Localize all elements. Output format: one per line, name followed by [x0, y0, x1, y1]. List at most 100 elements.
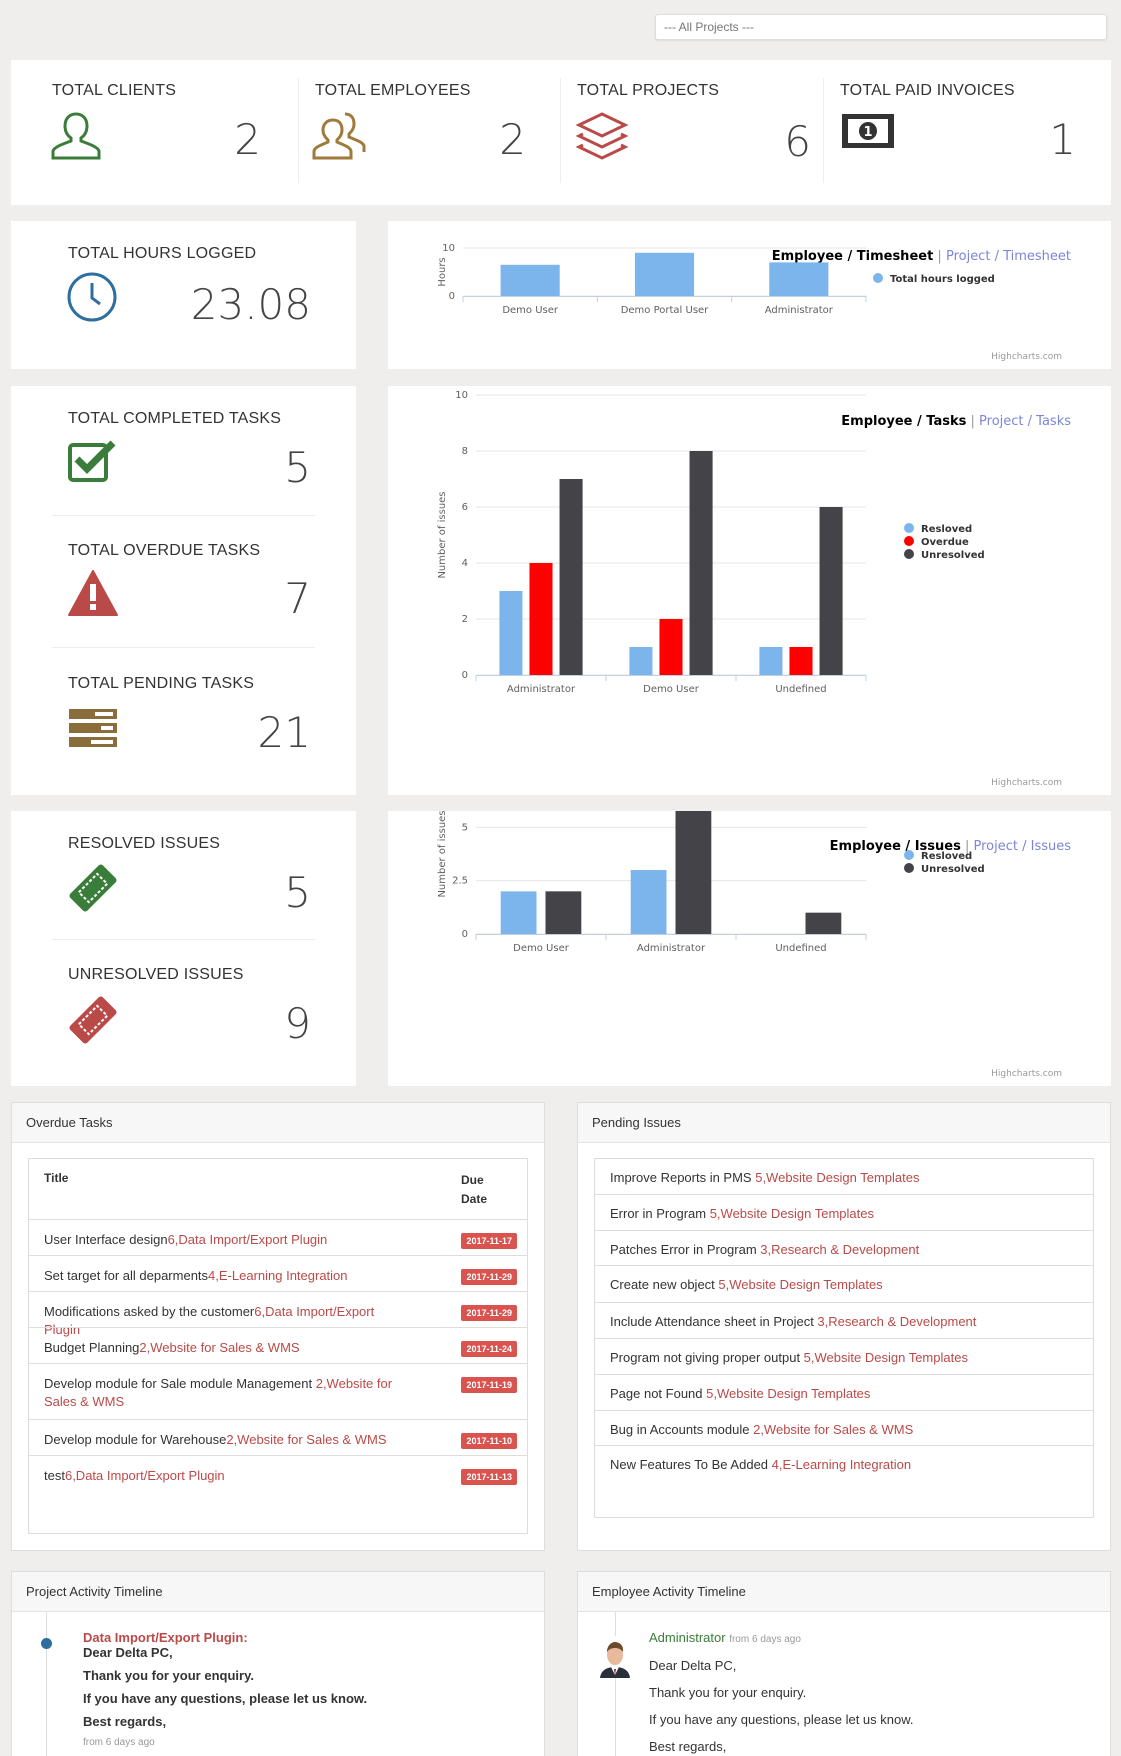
legend-marker — [904, 863, 914, 873]
task-project-link[interactable]: 2,Website for Sales & WMS — [139, 1340, 299, 1355]
y-tick-label: 2.5 — [452, 876, 468, 887]
issue-project-link[interactable]: 2,Website for Sales & WMS — [753, 1422, 913, 1437]
timeline-entry: Data Import/Export Plugin: Dear Delta PC… — [83, 1630, 367, 1749]
bar-unresolved — [805, 912, 842, 934]
col-due: Due Date — [461, 1173, 488, 1206]
overdue-tasks-box: Overdue Tasks Title Due Date User Interf… — [11, 1102, 545, 1551]
issue-name: Include Attendance sheet in Project — [610, 1314, 818, 1329]
table-row: Budget Planning2,Website for Sales & WMS… — [29, 1327, 527, 1363]
x-tick-label: Undefined — [775, 943, 826, 954]
issue-project-link[interactable]: 5,Website Design Templates — [710, 1206, 874, 1221]
stat-label: TOTAL COMPLETED TASKS — [68, 410, 282, 427]
timeline-line-2: Thank you for your enquiry. — [649, 1685, 807, 1700]
summary-panel: TOTAL CLIENTS 2 TOTAL EMPLOYEES 2 TOTAL … — [11, 60, 1111, 205]
list-item[interactable]: Bug in Accounts module 2,Website for Sal… — [595, 1410, 1093, 1445]
x-tick-label: Demo Portal User — [621, 305, 709, 316]
timeline-time: from 6 days ago — [83, 1737, 155, 1748]
clock-icon — [67, 272, 117, 322]
task-name: Develop module for Warehouse — [44, 1432, 227, 1447]
pending-issues-box: Pending Issues Improve Reports in PMS 5,… — [577, 1102, 1111, 1551]
y-axis-label: Number of issues — [437, 811, 448, 898]
ticket-icon — [69, 996, 117, 1044]
x-tick-label: Administrator — [765, 305, 834, 316]
issue-name: Page not Found — [610, 1386, 707, 1401]
x-tick-label: Demo User — [502, 305, 559, 316]
list-item[interactable]: New Features To Be Added 4,E-Learning In… — [595, 1445, 1093, 1483]
bar-resloved — [500, 891, 537, 934]
svg-text:1: 1 — [863, 125, 872, 140]
bar-resloved — [759, 647, 783, 675]
timeline-project-link[interactable]: Data Import/Export Plugin: — [83, 1630, 367, 1645]
legend-marker — [904, 850, 914, 860]
table-row: Modifications asked by the customer6,Dat… — [29, 1291, 527, 1337]
project-select[interactable]: --- All Projects --- — [655, 14, 1107, 40]
table-row: Develop module for Sale module Managemen… — [29, 1363, 527, 1419]
bar-total-hours-logged — [634, 252, 695, 296]
issue-name: New Features To Be Added — [610, 1457, 772, 1472]
issue-name: Program not giving proper output — [610, 1350, 804, 1365]
x-tick-label: Administrator — [507, 684, 576, 695]
issue-name: Create new object — [610, 1277, 719, 1292]
issue-project-link[interactable]: 3,Research & Development — [817, 1314, 976, 1329]
bar-overdue — [789, 647, 813, 675]
issue-name: Improve Reports in PMS — [610, 1170, 756, 1185]
x-tick-label: Administrator — [637, 943, 706, 954]
hours-panel: TOTAL HOURS LOGGED 23.08 — [11, 221, 356, 369]
timeline-line-3: If you have any questions, please let us… — [649, 1712, 914, 1727]
x-tick-label: Undefined — [775, 684, 826, 695]
y-tick-label: 0 — [462, 929, 468, 940]
issue-project-link[interactable]: 4,E-Learning Integration — [772, 1457, 911, 1472]
legend-marker — [904, 523, 914, 533]
stat-value: 6 — [784, 117, 811, 166]
issue-project-link[interactable]: 5,Website Design Templates — [706, 1386, 870, 1401]
y-tick-label: 0 — [449, 291, 455, 302]
task-title: Set target for all deparments4,E-Learnin… — [44, 1267, 404, 1285]
issues-chart: 02.557.5Number of issuesDemo UserAdminis… — [437, 811, 985, 954]
issue-project-link[interactable]: 5,Website Design Templates — [718, 1277, 882, 1292]
stat-label: TOTAL HOURS LOGGED — [68, 245, 257, 262]
task-project-link[interactable]: 2,Website for Sales & WMS — [226, 1432, 386, 1447]
issue-project-link[interactable]: 5,Website Design Templates — [755, 1170, 919, 1185]
task-project-link[interactable]: 4,E-Learning Integration — [208, 1268, 347, 1283]
table-header: Title Due Date — [29, 1159, 527, 1219]
y-tick-label: 5 — [462, 822, 468, 833]
legend-item: Total hours logged — [890, 274, 995, 285]
list-item[interactable]: Include Attendance sheet in Project 3,Re… — [595, 1302, 1093, 1338]
task-name: User Interface design — [44, 1232, 168, 1247]
task-name: Budget Planning — [44, 1340, 140, 1355]
issue-name: Error in Program — [610, 1206, 710, 1221]
issue-project-link[interactable]: 3,Research & Development — [760, 1242, 919, 1257]
timeline-line — [46, 1612, 47, 1756]
ticket-icon — [69, 864, 117, 912]
stat-value: 23.08 — [190, 280, 311, 329]
legend-item: Resloved — [921, 524, 972, 535]
task-title: Budget Planning2,Website for Sales & WMS — [44, 1339, 404, 1357]
bar-unresolved — [675, 811, 712, 934]
list-item[interactable]: Patches Error in Program 3,Research & De… — [595, 1230, 1093, 1265]
list-item[interactable]: Error in Program 5,Website Design Templa… — [595, 1194, 1093, 1230]
bar-overdue — [529, 563, 553, 675]
bar-resloved — [629, 647, 653, 675]
stat-value: 7 — [284, 574, 311, 623]
y-tick-label: 0 — [462, 670, 468, 681]
task-project-link[interactable]: 6,Data Import/Export Plugin — [168, 1232, 328, 1247]
timeline-time: from 6 days ago — [729, 1634, 801, 1645]
issue-name: Bug in Accounts module — [610, 1422, 754, 1437]
timeline-dot — [41, 1638, 52, 1649]
timesheet-chart-panel: Employee / Timesheet | Project / Timeshe… — [388, 221, 1111, 369]
list-item[interactable]: Page not Found 5,Website Design Template… — [595, 1374, 1093, 1410]
task-project-link[interactable]: 6,Data Import/Export Plugin — [65, 1468, 225, 1483]
timeline-user[interactable]: Administrator — [649, 1630, 726, 1645]
box-title: Employee Activity Timeline — [578, 1572, 1110, 1612]
timeline-entry: Administrator from 6 days ago Dear Delta… — [649, 1630, 914, 1754]
timeline-line-2: Thank you for your enquiry. — [83, 1668, 254, 1683]
table-row: test6,Data Import/Export Plugin 2017-11-1… — [29, 1455, 527, 1491]
y-axis-label: Number of issues — [437, 491, 448, 578]
money-icon: 1 — [842, 114, 894, 148]
due-date-badge: 2017-11-10 — [461, 1433, 517, 1449]
list-item[interactable]: Improve Reports in PMS 5,Website Design … — [595, 1158, 1093, 1194]
list-item[interactable]: Create new object 5,Website Design Templ… — [595, 1265, 1093, 1302]
list-item[interactable]: Program not giving proper output 5,Websi… — [595, 1338, 1093, 1374]
issue-project-link[interactable]: 5,Website Design Templates — [804, 1350, 968, 1365]
y-tick-label: 4 — [462, 558, 468, 569]
